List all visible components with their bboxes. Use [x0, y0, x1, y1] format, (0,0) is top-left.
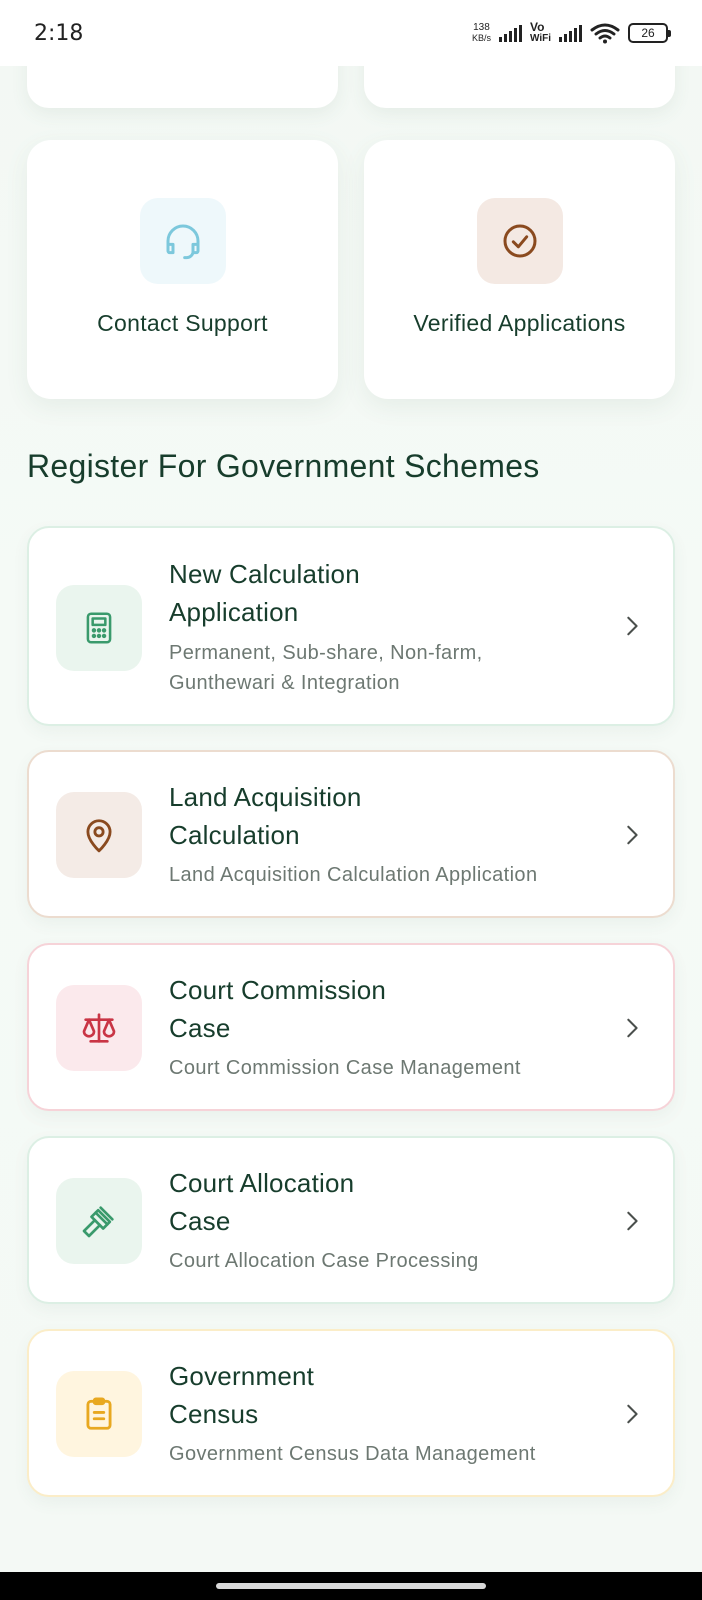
- calculator-icon: [86, 612, 112, 644]
- scheme-card-government-census[interactable]: Government Census Government Census Data…: [27, 1329, 675, 1497]
- scheme-description: Court Commission Case Management: [169, 1053, 609, 1083]
- map-pin-icon: [86, 819, 112, 853]
- verified-applications-card[interactable]: Verified Applications: [364, 140, 675, 399]
- battery-icon: 26: [628, 23, 671, 43]
- contact-support-card[interactable]: Contact Support: [27, 140, 338, 399]
- scheme-title-line2: Application: [169, 597, 299, 627]
- clipboard-icon: [86, 1397, 112, 1430]
- scheme-card-new-calculation[interactable]: New Calculation Application Permanent, S…: [27, 526, 675, 726]
- scheme-description: Land Acquisition Calculation Application: [169, 860, 609, 890]
- scheme-description: Court Allocation Case Processing: [169, 1246, 609, 1276]
- scheme-title-line2: Case: [169, 1013, 231, 1043]
- network-speed-value: 138: [473, 22, 490, 33]
- contact-support-label: Contact Support: [97, 310, 268, 336]
- vowifi-bottom: WiFi: [529, 33, 551, 44]
- scheme-desc-line1: Court Allocation Case Processing: [169, 1250, 479, 1272]
- scheme-desc-line1: Government Census Data Management: [169, 1443, 536, 1465]
- verified-applications-label: Verified Applications: [413, 310, 626, 336]
- section-title: Register For Government Schemes: [27, 448, 540, 484]
- scheme-title-line2: Calculation: [169, 820, 300, 850]
- chevron-right-icon: [627, 825, 638, 845]
- network-speed-unit: KB/s: [471, 33, 491, 43]
- cell-signal-2-icon: [559, 24, 582, 42]
- chevron-right-icon: [627, 1211, 638, 1231]
- chevron-right-icon: [627, 616, 638, 636]
- network-speed: 138 KB/s: [471, 22, 491, 44]
- verified-applications-icon-box: [476, 198, 563, 284]
- scheme-title-line1: Government: [169, 1361, 315, 1391]
- scheme-title: Government Census: [169, 1357, 489, 1433]
- headset-icon: [166, 224, 199, 260]
- scheme-desc-line1: Court Commission Case Management: [169, 1057, 521, 1079]
- scheme-title-line1: Court Allocation: [169, 1168, 355, 1198]
- scheme-icon-box: [56, 1371, 142, 1457]
- vowifi-indicator: Vo WiFi: [530, 21, 551, 45]
- battery-level: 26: [641, 26, 655, 40]
- wifi-icon: [590, 23, 620, 44]
- status-time: 2:18: [34, 20, 84, 46]
- check-circle-icon: [503, 224, 536, 258]
- status-bar: 2:18 138 KB/s Vo WiFi 26: [0, 0, 702, 66]
- scheme-title-line2: Census: [169, 1399, 259, 1429]
- scheme-description: Permanent, Sub-share, Non-farm, Gunthewa…: [169, 638, 609, 698]
- scheme-desc-line1: Permanent, Sub-share, Non-farm,: [169, 642, 483, 664]
- scheme-title-line1: Land Acquisition: [169, 782, 362, 812]
- scheme-title: Land Acquisition Calculation: [169, 778, 489, 854]
- vowifi-top: Vo: [529, 20, 545, 34]
- gavel-icon: [82, 1206, 114, 1238]
- system-nav-bar: [0, 1572, 702, 1600]
- chevron-right-icon: [627, 1404, 638, 1424]
- scheme-title: Court Allocation Case: [169, 1164, 489, 1240]
- scheme-icon-box: [56, 792, 142, 878]
- scheme-icon-box: [56, 1178, 142, 1264]
- scheme-title: Court Commission Case: [169, 971, 489, 1047]
- chevron-right-icon: [627, 1018, 638, 1038]
- scheme-title: New Calculation Application: [169, 555, 489, 631]
- scheme-card-land-acquisition[interactable]: Land Acquisition Calculation Land Acquis…: [27, 750, 675, 918]
- scheme-title-line2: Case: [169, 1206, 231, 1236]
- scheme-card-court-commission[interactable]: Court Commission Case Court Commission C…: [27, 943, 675, 1111]
- scales-icon: [82, 1013, 116, 1043]
- contact-support-icon-box: [139, 198, 226, 284]
- scheme-icon-box: [56, 985, 142, 1071]
- scheme-desc-line2: Gunthewari & Integration: [169, 672, 400, 694]
- scheme-desc-line1: Land Acquisition Calculation Application: [169, 864, 538, 886]
- scheme-card-court-allocation[interactable]: Court Allocation Case Court Allocation C…: [27, 1136, 675, 1304]
- home-indicator[interactable]: [216, 1583, 486, 1589]
- scheme-title-line1: Court Commission: [169, 975, 387, 1005]
- scheme-title-line1: New Calculation: [169, 559, 360, 589]
- scheme-icon-box: [56, 585, 142, 671]
- cell-signal-icon: [498, 24, 522, 42]
- scheme-description: Government Census Data Management: [169, 1439, 609, 1469]
- status-indicators: 138 KB/s Vo WiFi 26: [471, 21, 671, 45]
